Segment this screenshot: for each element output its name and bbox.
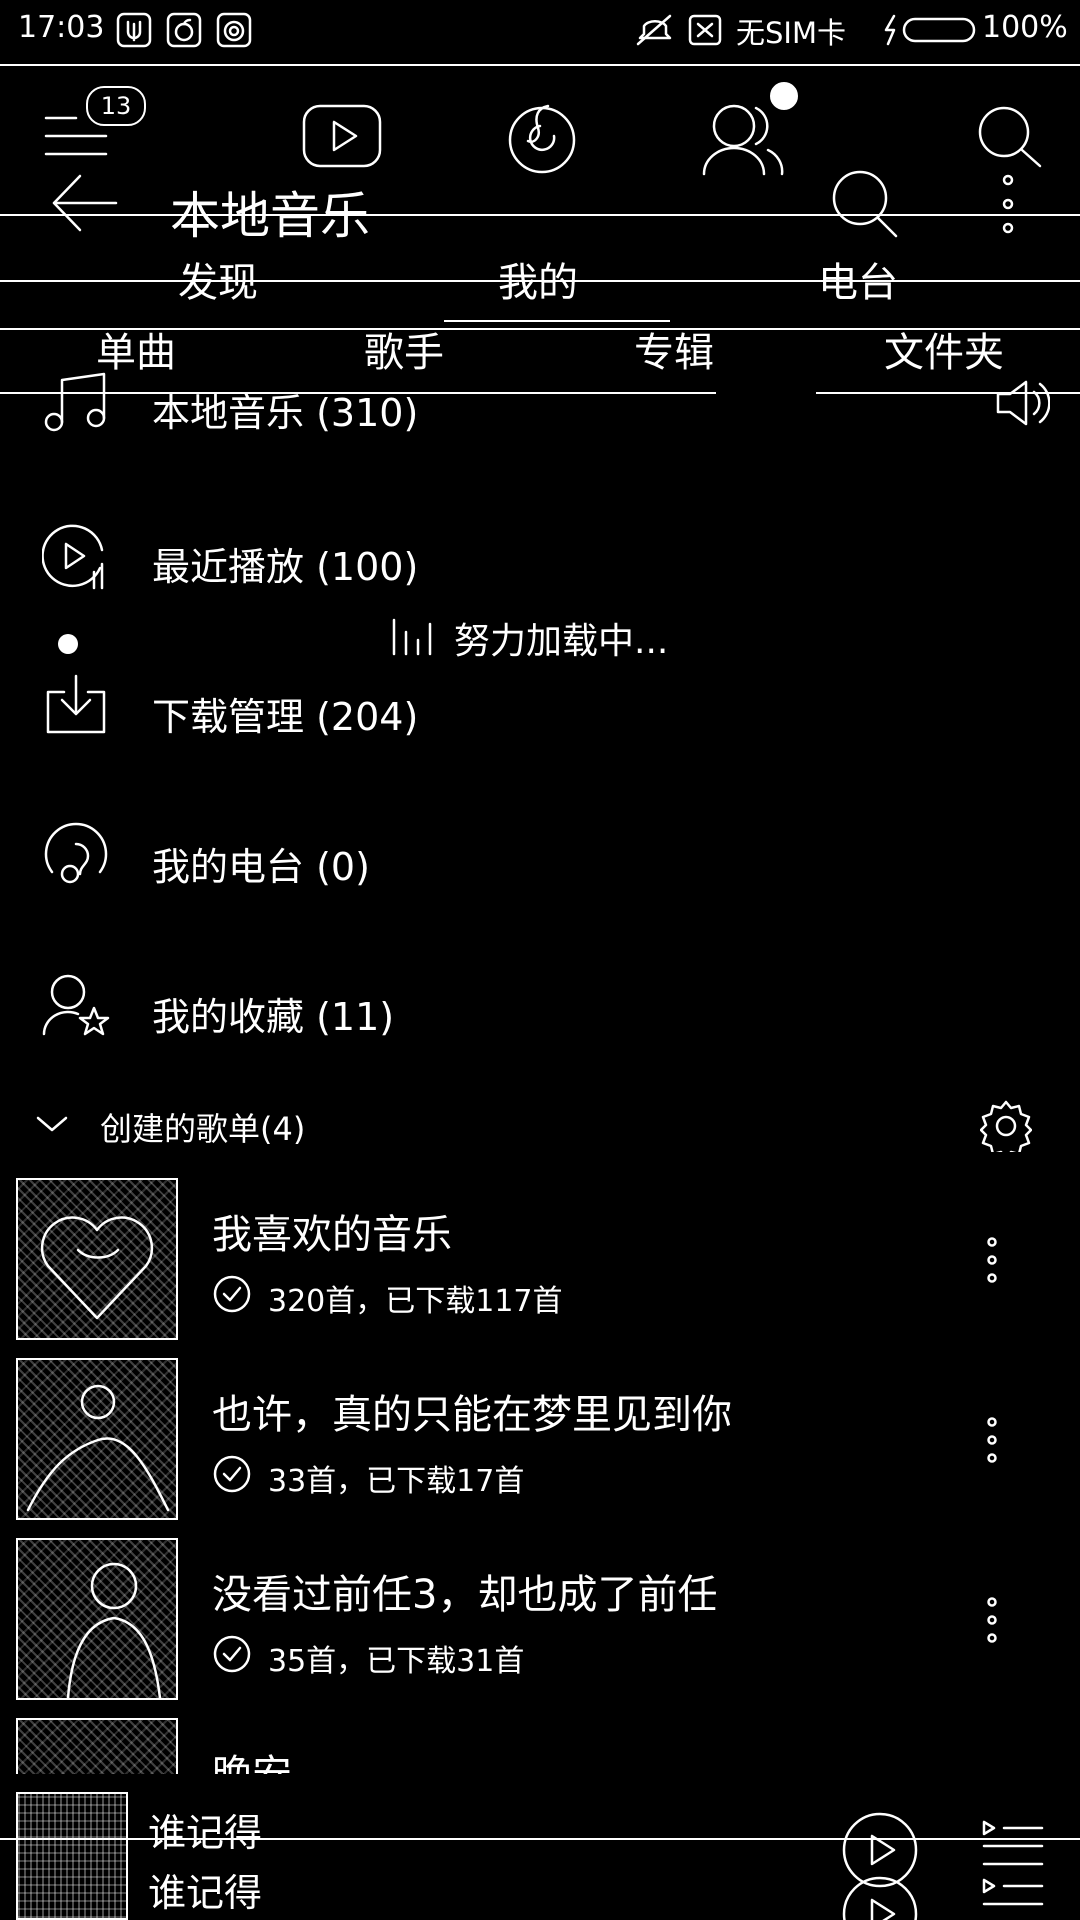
menu-count: (11) bbox=[316, 995, 395, 1039]
mini-player[interactable]: 谁记得 谁记得 bbox=[0, 1774, 1080, 1920]
player-cover bbox=[16, 1792, 128, 1920]
settings-gear-icon[interactable] bbox=[980, 1100, 1032, 1152]
downloaded-check-icon bbox=[212, 1454, 252, 1494]
playlist-more-icon[interactable] bbox=[982, 1596, 1002, 1644]
playlist-more-icon[interactable] bbox=[982, 1236, 1002, 1284]
search-icon[interactable] bbox=[976, 104, 1046, 174]
playlist-name: 没看过前任3，却也成了前任 bbox=[212, 1572, 718, 1618]
tab-discover[interactable]: 发现 bbox=[178, 250, 258, 308]
chevron-down-icon bbox=[34, 1112, 70, 1136]
tab-mine[interactable]: 我的 bbox=[498, 250, 578, 308]
menu-count: (0) bbox=[316, 845, 370, 889]
menu-item-my-radio[interactable]: 我的电台 (0) bbox=[0, 820, 1080, 904]
playlist-more-icon[interactable] bbox=[982, 1416, 1002, 1464]
more-vertical-icon[interactable] bbox=[996, 172, 1020, 236]
battery-percent: 100% bbox=[982, 10, 1068, 45]
playlist-item[interactable]: 我喜欢的音乐 320首，已下载117首 bbox=[0, 1178, 1080, 1342]
playlist-cover bbox=[16, 1358, 178, 1520]
notification-icons bbox=[116, 12, 256, 48]
speaker-icon[interactable] bbox=[994, 378, 1050, 428]
status-right-icons bbox=[636, 12, 730, 48]
loading-text: 努力加载中... bbox=[454, 621, 669, 662]
radio-icon bbox=[42, 822, 110, 890]
page-title: 本地音乐 bbox=[170, 187, 370, 245]
header-ghost-line bbox=[0, 214, 1080, 216]
playlist-meta: 33首，已下载17首 bbox=[268, 1464, 525, 1499]
playlists-section-header[interactable]: 创建的歌单(4) bbox=[0, 1100, 1080, 1152]
playlist-name: 晚安 bbox=[212, 1742, 292, 1774]
sim-status: 无SIM卡 bbox=[736, 16, 846, 50]
playlist-item[interactable]: 没看过前任3，却也成了前任 35首，已下载31首 bbox=[0, 1538, 1080, 1702]
playlist-cover bbox=[16, 1538, 178, 1700]
player-song-subtitle: 谁记得 bbox=[148, 1871, 263, 1915]
menu-count: (310) bbox=[316, 391, 419, 435]
playlist-meta: 35首，已下载31首 bbox=[268, 1644, 525, 1679]
status-bar: 17:03 无SIM卡 100% bbox=[0, 0, 1080, 62]
menu-item-local-music[interactable]: 本地音乐 (310) bbox=[0, 370, 1080, 454]
tabs-line-b bbox=[444, 320, 670, 322]
menu-item-recent[interactable]: 最近播放 (100) bbox=[0, 520, 1080, 604]
download-icon bbox=[42, 672, 110, 738]
downloaded-check-icon bbox=[212, 1634, 252, 1674]
video-icon[interactable] bbox=[300, 100, 384, 172]
playlist-cover bbox=[16, 1718, 178, 1774]
playlist-name: 我喜欢的音乐 bbox=[212, 1212, 452, 1258]
tab-radio[interactable]: 电台 bbox=[818, 250, 898, 308]
playlist-item[interactable]: 也许，真的只能在梦里见到你 33首，已下载17首 bbox=[0, 1358, 1080, 1522]
play-button-ghost bbox=[840, 1874, 920, 1920]
player-song-title: 谁记得 bbox=[148, 1811, 263, 1855]
status-time: 17:03 bbox=[18, 10, 105, 45]
friends-dot bbox=[770, 82, 798, 110]
playlist-item[interactable]: 晚安 bbox=[0, 1718, 1080, 1774]
favorite-user-icon bbox=[42, 972, 112, 1038]
badge-count: 13 bbox=[100, 92, 132, 120]
battery-icon bbox=[880, 12, 980, 48]
menu-item-downloads[interactable]: 下载管理 (204) bbox=[0, 670, 1080, 754]
playlist-name: 也许，真的只能在梦里见到你 bbox=[212, 1392, 732, 1438]
menu-label: 我的收藏 bbox=[152, 995, 305, 1039]
tabs-line-a bbox=[0, 328, 1080, 330]
header-search-icon[interactable] bbox=[830, 168, 900, 240]
playlists-section-title: 创建的歌单(4) bbox=[100, 1110, 306, 1148]
menu-label: 我的电台 bbox=[152, 845, 305, 889]
menu-item-favorites[interactable]: 我的收藏 (11) bbox=[0, 970, 1080, 1054]
menu-label: 本地音乐 bbox=[152, 391, 305, 435]
status-divider bbox=[0, 64, 1080, 66]
back-button[interactable] bbox=[50, 172, 120, 234]
main-tabs-divider bbox=[0, 280, 1080, 282]
playlist-meta: 320首，已下载117首 bbox=[268, 1284, 563, 1319]
playlist-queue-icon[interactable] bbox=[980, 1818, 1046, 1918]
music-note-icon bbox=[42, 370, 110, 434]
music-logo-icon[interactable] bbox=[504, 96, 580, 176]
playlist-cover bbox=[16, 1178, 178, 1340]
loading-dot bbox=[58, 634, 78, 654]
friends-icon[interactable] bbox=[700, 100, 790, 176]
recent-play-icon bbox=[42, 524, 110, 592]
notification-badge: 13 bbox=[86, 86, 146, 126]
menu-label: 下载管理 bbox=[152, 695, 305, 739]
menu-label: 最近播放 bbox=[152, 545, 305, 589]
downloaded-check-icon bbox=[212, 1274, 252, 1314]
menu-count: (204) bbox=[316, 695, 419, 739]
menu-count: (100) bbox=[316, 545, 419, 589]
loading-bars-icon bbox=[390, 614, 438, 656]
